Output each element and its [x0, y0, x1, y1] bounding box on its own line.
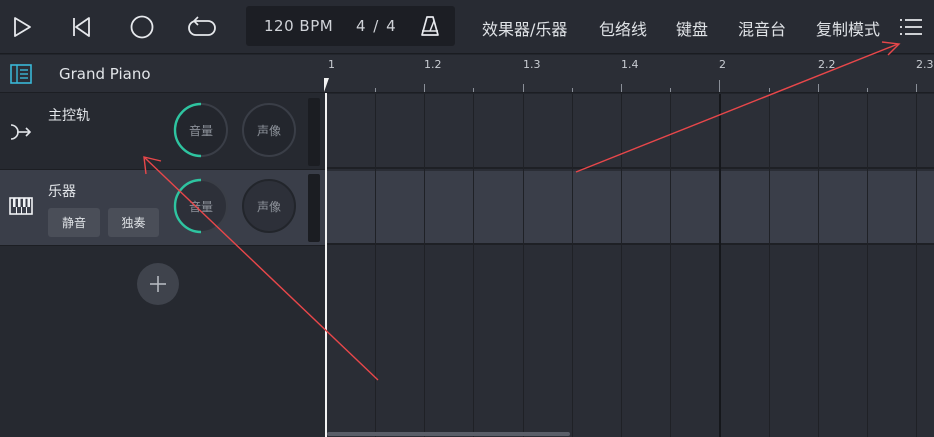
ruler-tick [375, 88, 376, 92]
timeline-ruler[interactable]: 1 1.2 1.3 1.4 2 2.2 2.3 [325, 55, 934, 93]
track-header-panel: Grand Piano 主控轨 音量 声像 乐器 静音 独奏 音量 声像 [0, 55, 325, 437]
master-track-lane[interactable] [325, 94, 934, 169]
ruler-tick [719, 80, 720, 92]
ruler-tick [670, 88, 671, 92]
ruler-label: 2.3 [916, 58, 934, 71]
instrument-name: Grand Piano [59, 65, 151, 83]
grid-line [621, 94, 622, 437]
skip-back-icon [73, 17, 90, 37]
menu-keyboard[interactable]: 键盘 [676, 16, 708, 40]
ruler-tick [818, 84, 819, 92]
record-icon [130, 15, 154, 39]
metronome-icon[interactable] [418, 14, 442, 38]
grid-line [473, 94, 474, 437]
instrument-track-header[interactable]: 乐器 静音 独奏 音量 声像 [0, 170, 325, 246]
instrument-bar[interactable]: Grand Piano [0, 55, 325, 93]
arrangement-grid[interactable] [325, 94, 934, 437]
record-button[interactable] [125, 10, 159, 44]
instrument-track-name: 乐器 [48, 184, 76, 200]
top-toolbar: 120 BPM 4 / 4 效果器/乐器 包络线 键盘 混音台 复制模式 [0, 0, 934, 54]
instrument-pan-label: 声像 [256, 199, 281, 214]
master-volume-label: 音量 [188, 123, 213, 138]
playhead[interactable] [325, 93, 327, 437]
ruler-tick [769, 88, 770, 92]
grid-line [670, 94, 671, 437]
skip-back-button[interactable] [64, 10, 98, 44]
grid-line [769, 94, 770, 437]
master-pan-knob[interactable]: 声像 [241, 102, 297, 158]
tempo-panel: 120 BPM 4 / 4 [246, 6, 455, 46]
grid-line [523, 94, 524, 437]
play-button[interactable] [5, 10, 39, 44]
ruler-tick [867, 88, 868, 92]
grid-line [916, 94, 917, 437]
piano-keys-icon [9, 197, 33, 215]
grid-line [719, 94, 721, 437]
ruler-tick [621, 84, 622, 92]
hamburger-menu-button[interactable] [894, 10, 928, 44]
menu-mixer[interactable]: 混音台 [738, 16, 786, 40]
instrument-volume-knob[interactable]: 音量 [173, 178, 229, 234]
menu-effects-instruments[interactable]: 效果器/乐器 [482, 16, 567, 40]
ruler-tick [523, 84, 524, 92]
ruler-label: 2 [719, 58, 726, 71]
master-level-meter [308, 98, 320, 166]
loop-button[interactable] [185, 10, 219, 44]
instrument-level-meter [308, 174, 320, 242]
master-pan-label: 声像 [256, 123, 281, 138]
instrument-track-lane[interactable] [325, 171, 934, 245]
master-track-name: 主控轨 [48, 108, 90, 124]
menu-copy-mode[interactable]: 复制模式 [816, 16, 880, 40]
ruler-label: 1.3 [523, 58, 541, 71]
instrument-list-icon[interactable] [10, 64, 32, 84]
ruler-label: 1.4 [621, 58, 639, 71]
horizontal-scrollbar[interactable] [327, 432, 570, 436]
playhead-marker[interactable] [324, 78, 334, 92]
ruler-tick [572, 88, 573, 92]
ruler-label: 2.2 [818, 58, 836, 71]
grid-line [424, 94, 425, 437]
ruler-label: 1.2 [424, 58, 442, 71]
grid-line [375, 94, 376, 437]
ruler-tick [473, 88, 474, 92]
instrument-pan-knob[interactable]: 声像 [241, 178, 297, 234]
master-track-header[interactable]: 主控轨 音量 声像 [0, 93, 325, 170]
hamburger-menu-icon [900, 19, 922, 35]
loop-icon [188, 16, 216, 36]
menu-envelope[interactable]: 包络线 [599, 16, 647, 40]
mute-button[interactable]: 静音 [48, 208, 100, 237]
grid-line [867, 94, 868, 437]
master-volume-knob[interactable]: 音量 [173, 102, 229, 158]
instrument-volume-label: 音量 [188, 199, 213, 214]
grid-line [572, 94, 573, 437]
solo-button[interactable]: 独奏 [108, 208, 159, 237]
ruler-label: 1 [328, 58, 335, 71]
play-icon [14, 17, 31, 37]
ruler-tick [424, 84, 425, 92]
ruler-tick [916, 84, 917, 92]
bpm-display[interactable]: 120 BPM [264, 17, 333, 35]
add-track-button[interactable] [137, 263, 179, 305]
time-signature-display[interactable]: 4 / 4 [356, 17, 396, 35]
master-output-icon [10, 124, 32, 140]
plus-icon [150, 276, 166, 292]
grid-line [818, 94, 819, 437]
